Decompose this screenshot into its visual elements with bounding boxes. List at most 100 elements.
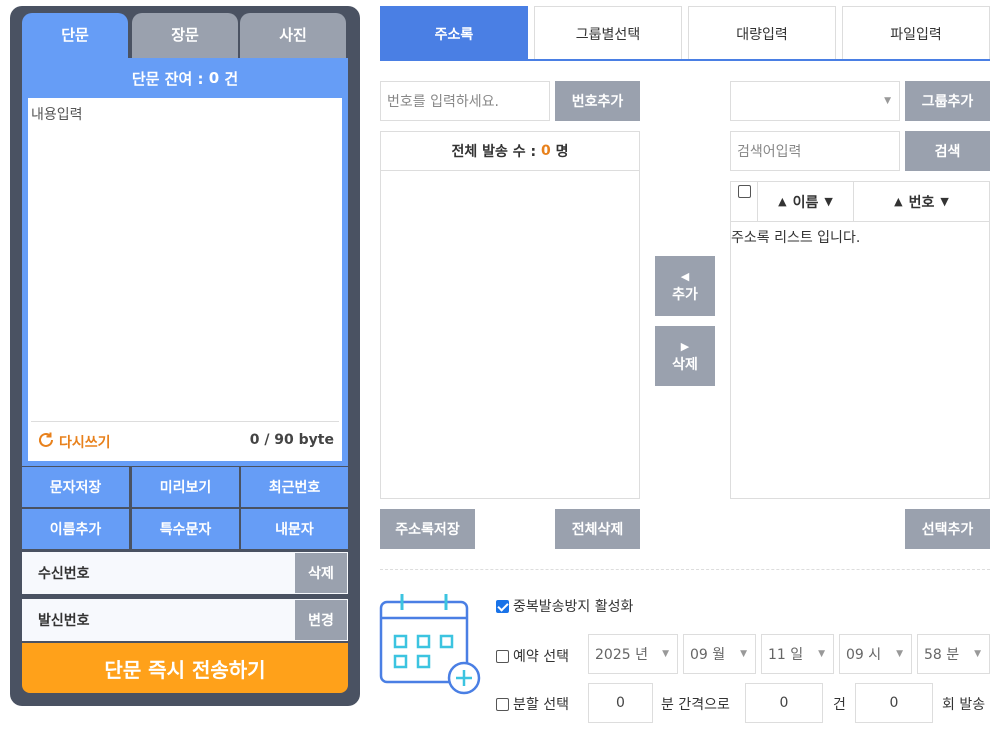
chevron-down-icon: ▼ — [662, 649, 669, 659]
reserve-checkbox[interactable] — [496, 649, 509, 663]
search-button[interactable]: 검색 — [905, 131, 990, 171]
month-select[interactable]: 09 월 ▼ — [683, 634, 756, 674]
message-placeholder: 내용입력 — [31, 107, 83, 123]
split-checkbox[interactable] — [496, 697, 509, 711]
column-name: 이름 — [792, 194, 819, 211]
remaining-count: 단문 잔여 : 0 건 — [22, 58, 348, 98]
button-label: 번호추가 — [571, 94, 624, 110]
button-label: 단문 즉시 전송하기 — [104, 657, 266, 682]
add-name-button[interactable]: 이름추가 — [22, 509, 129, 549]
receiver-number-input[interactable] — [104, 552, 295, 594]
button-label: 변경 — [308, 613, 334, 629]
total-count: 0 — [540, 143, 551, 159]
chevron-down-icon: ▼ — [974, 649, 981, 659]
tab-underline — [380, 59, 990, 61]
select-all-checkbox[interactable] — [737, 185, 751, 198]
split-count-unit: 건 — [833, 697, 846, 713]
tab-photo-message[interactable]: 사진 — [240, 13, 346, 59]
byte-counter: 0 / 90 byte — [249, 432, 334, 448]
select-all-cell — [731, 182, 758, 221]
save-addressbook-button[interactable]: 주소록저장 — [380, 509, 475, 549]
tab-label: 단문 — [61, 25, 89, 44]
reserve-label: 예약 선택 — [513, 649, 569, 665]
rewrite-button[interactable]: 다시쓰기 — [36, 430, 111, 454]
save-message-button[interactable]: 문자저장 — [22, 467, 129, 507]
tab-label: 파일입력 — [890, 26, 942, 43]
my-messages-button[interactable]: 내문자 — [241, 509, 348, 549]
sort-by-name[interactable]: ▲ 이름 ▼ — [758, 182, 854, 221]
recent-numbers-button[interactable]: 최근번호 — [241, 467, 348, 507]
send-now-button[interactable]: 단문 즉시 전송하기 — [22, 643, 348, 693]
remaining-value: 0 — [208, 69, 220, 87]
divider — [380, 569, 990, 570]
minute-value: 58 분 — [924, 647, 960, 663]
receiver-row: 수신번호 삭제 — [22, 552, 348, 594]
input-placeholder: 검색어입력 — [737, 144, 802, 160]
empty-list-text: 주소록 리스트 입니다. — [731, 230, 861, 246]
year-select[interactable]: 2025 년 ▼ — [588, 634, 678, 674]
total-recipients: 전체 발송 수 : 0 명 — [381, 132, 639, 171]
sender-label: 발신번호 — [38, 613, 90, 629]
day-select[interactable]: 11 일 ▼ — [761, 634, 834, 674]
button-label: 삭제 — [308, 566, 334, 582]
sender-number-input[interactable] — [104, 599, 295, 641]
split-count-input[interactable]: 0 — [745, 683, 823, 723]
sort-by-number[interactable]: ▲ 번호 ▼ — [854, 182, 989, 221]
change-sender-button[interactable]: 변경 — [295, 600, 347, 640]
tab-group-select[interactable]: 그룹별선택 — [534, 6, 682, 60]
add-to-recipients-button[interactable]: ◀ 추가 — [655, 256, 715, 316]
reserve-option[interactable]: 예약 선택 — [496, 646, 569, 666]
tab-label: 주소록 — [434, 26, 474, 43]
total-label: 전체 발송 수 : — [451, 144, 541, 160]
input-value: 0 — [779, 695, 789, 711]
tab-label: 그룹별선택 — [575, 26, 641, 43]
button-label: 내문자 — [275, 522, 314, 538]
split-minutes-unit: 분 간격으로 — [661, 697, 730, 713]
sort-down-icon: ▼ — [940, 195, 949, 208]
total-unit: 명 — [550, 144, 569, 160]
tab-addressbook[interactable]: 주소록 — [380, 6, 528, 60]
delete-all-button[interactable]: 전체삭제 — [555, 509, 640, 549]
rewrite-label: 다시쓰기 — [59, 435, 111, 451]
delete-receiver-button[interactable]: 삭제 — [295, 553, 347, 593]
search-input[interactable]: 검색어입력 — [730, 131, 900, 171]
button-label: 최근번호 — [268, 480, 321, 496]
tab-label: 사진 — [279, 25, 307, 44]
day-value: 11 일 — [768, 647, 804, 663]
add-number-button[interactable]: 번호추가 — [555, 81, 640, 121]
refresh-icon — [36, 430, 56, 454]
dedupe-checkbox[interactable] — [496, 599, 509, 613]
list-header: ▲ 이름 ▼ ▲ 번호 ▼ — [731, 182, 989, 222]
button-label: 이름추가 — [49, 522, 102, 538]
split-minutes-input[interactable]: 0 — [588, 683, 653, 723]
hour-select[interactable]: 09 시 ▼ — [839, 634, 912, 674]
tab-short-message[interactable]: 단문 — [22, 13, 128, 59]
split-option[interactable]: 분할 선택 — [496, 694, 569, 714]
preview-button[interactable]: 미리보기 — [132, 467, 239, 507]
dedupe-option[interactable]: 중복발송방지 활성화 — [496, 596, 633, 616]
tab-label: 대량입력 — [736, 26, 788, 43]
divider — [31, 421, 339, 422]
remove-from-recipients-button[interactable]: ▶ 삭제 — [655, 326, 715, 386]
calendar-add-icon — [378, 590, 488, 704]
sort-up-icon: ▲ — [778, 195, 787, 208]
tab-long-message[interactable]: 장문 — [132, 13, 238, 59]
month-value: 09 월 — [690, 647, 726, 663]
minute-select[interactable]: 58 분 ▼ — [917, 634, 990, 674]
sort-down-icon: ▼ — [824, 195, 833, 208]
group-select[interactable]: ▼ — [730, 81, 900, 121]
recipient-list[interactable] — [380, 131, 640, 499]
chevron-down-icon: ▼ — [884, 96, 891, 106]
special-chars-button[interactable]: 특수문자 — [132, 509, 239, 549]
phone-number-input[interactable]: 번호를 입력하세요. — [380, 81, 550, 121]
split-times-input[interactable]: 0 — [855, 683, 933, 723]
chevron-down-icon: ▼ — [896, 649, 903, 659]
remaining-unit: 건 — [219, 69, 239, 88]
tab-file-input[interactable]: 파일입력 — [842, 6, 990, 60]
message-textarea[interactable]: 내용입력 — [28, 98, 342, 461]
add-selected-button[interactable]: 선택추가 — [905, 509, 990, 549]
tab-bulk-input[interactable]: 대량입력 — [688, 6, 836, 60]
chevron-down-icon: ▼ — [818, 649, 825, 659]
add-group-button[interactable]: 그룹추가 — [905, 81, 990, 121]
split-times-unit: 회 발송 — [942, 697, 986, 713]
